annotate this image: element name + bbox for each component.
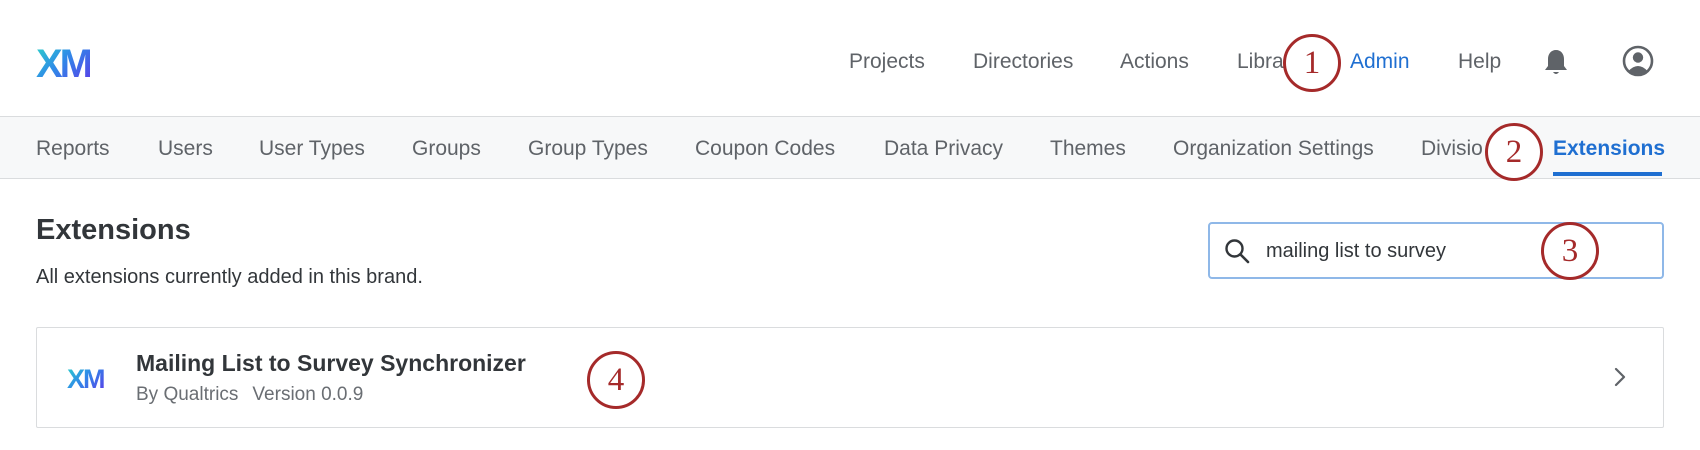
extension-version: Version 0.0.9: [252, 384, 364, 405]
bell-icon[interactable]: [1543, 48, 1569, 76]
nav-projects[interactable]: Projects: [849, 50, 925, 74]
admin-tabs: Reports Users User Types Groups Group Ty…: [0, 117, 1700, 179]
page-title: Extensions: [36, 214, 191, 246]
nav-help[interactable]: Help: [1458, 50, 1501, 74]
nav-directories[interactable]: Directories: [973, 50, 1073, 74]
step-marker-3: 3: [1541, 222, 1599, 280]
extension-name[interactable]: Mailing List to Survey Synchronizer: [136, 349, 526, 377]
active-tab-indicator: [1553, 172, 1662, 176]
tab-divisions[interactable]: Divisio: [1421, 137, 1483, 161]
top-header: XM Projects Directories Actions Libra Ad…: [0, 0, 1700, 117]
tab-extensions[interactable]: Extensions: [1553, 137, 1665, 161]
search-icon: [1225, 239, 1250, 264]
chevron-right-icon[interactable]: [1613, 366, 1627, 388]
extension-author: By Qualtrics: [136, 384, 239, 405]
extension-logo: XM: [67, 364, 105, 394]
extension-row[interactable]: XM Mailing List to Survey Synchronizer B…: [36, 327, 1664, 428]
tab-organization-settings[interactable]: Organization Settings: [1173, 137, 1374, 161]
xm-logo[interactable]: XM: [36, 44, 93, 84]
tab-groups[interactable]: Groups: [412, 137, 481, 161]
nav-admin[interactable]: Admin: [1350, 50, 1410, 74]
step-marker-1: 1: [1283, 34, 1341, 92]
tab-reports[interactable]: Reports: [36, 137, 110, 161]
tab-data-privacy[interactable]: Data Privacy: [884, 137, 1003, 161]
tab-user-types[interactable]: User Types: [259, 137, 365, 161]
tab-group-types[interactable]: Group Types: [528, 137, 648, 161]
profile-icon[interactable]: [1622, 45, 1654, 77]
extension-meta: By Qualtrics Version 0.0.9: [136, 384, 363, 406]
step-marker-4: 4: [587, 351, 645, 409]
nav-library[interactable]: Libra: [1237, 50, 1284, 74]
tab-users[interactable]: Users: [158, 137, 213, 161]
step-marker-2: 2: [1485, 123, 1543, 181]
nav-actions[interactable]: Actions: [1120, 50, 1189, 74]
page-subtitle: All extensions currently added in this b…: [36, 266, 423, 288]
tab-coupon-codes[interactable]: Coupon Codes: [695, 137, 835, 161]
tab-themes[interactable]: Themes: [1050, 137, 1126, 161]
